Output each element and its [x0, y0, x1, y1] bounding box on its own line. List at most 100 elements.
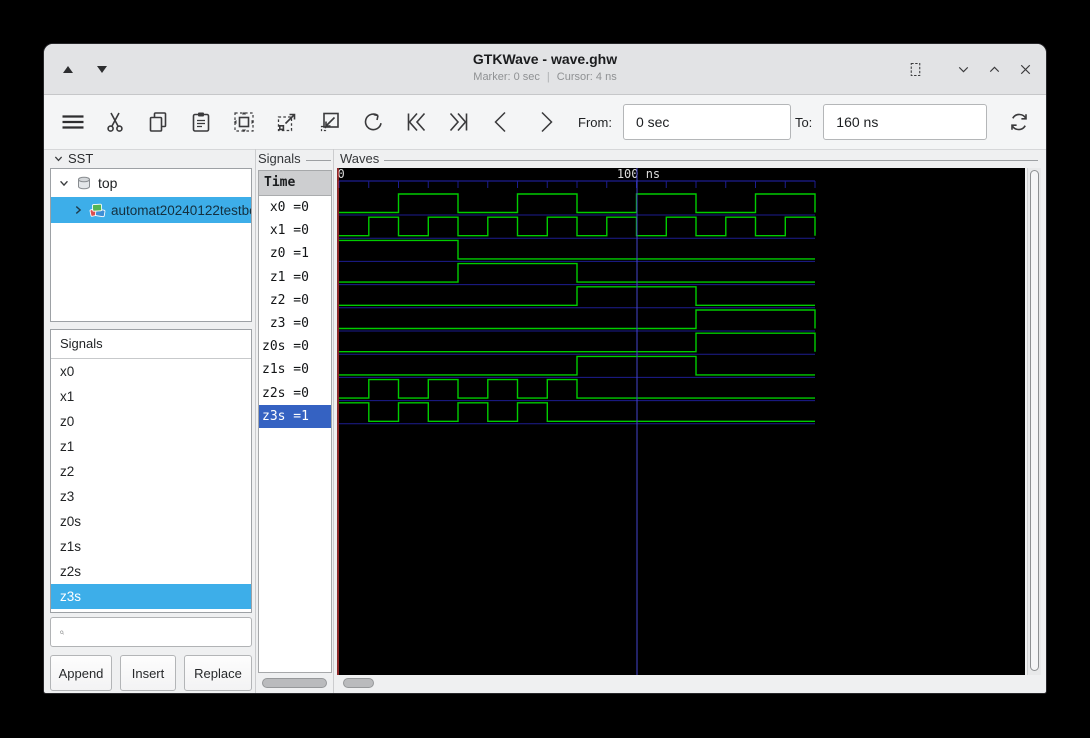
- svg-text:100 ns: 100 ns: [617, 168, 660, 181]
- names-horizontal-scrollbar[interactable]: [262, 678, 327, 688]
- fit-window-icon[interactable]: [907, 61, 924, 78]
- signal-list-item-x1[interactable]: x1: [51, 384, 251, 409]
- insert-button[interactable]: Insert: [120, 655, 176, 691]
- sst-header[interactable]: SST: [53, 151, 93, 166]
- search-input[interactable]: [71, 617, 251, 647]
- replace-button[interactable]: Replace: [184, 655, 252, 691]
- desktop-background: GTKWave - wave.ghw Marker: 0 sec | Cursor:…: [0, 0, 1090, 738]
- marker-status: Marker: 0 sec: [473, 71, 540, 83]
- wave-trace-z1s: [339, 355, 815, 376]
- pane-divider-right[interactable]: [333, 149, 334, 693]
- wave-name-panel: Time x0 =0 x1 =0 z0 =1 z1 =0 z2 =0 z3 =0…: [258, 170, 332, 673]
- signal-list-item-z3[interactable]: z3: [51, 484, 251, 509]
- sst-label: SST: [68, 151, 94, 166]
- tree-item-label: automat20240122testbe: [111, 202, 251, 218]
- skip-to-start-button[interactable]: [402, 109, 429, 136]
- zoom-out-button[interactable]: [316, 109, 343, 136]
- signal-list-item-x0[interactable]: x0: [51, 359, 251, 384]
- main-content: SST top automat20240122testbe Signals x0…: [44, 149, 1046, 693]
- signal-list-item-z0[interactable]: z0: [51, 409, 251, 434]
- expander-right-icon[interactable]: [72, 204, 84, 216]
- signal-list-item-z2[interactable]: z2: [51, 459, 251, 484]
- paste-icon: [192, 112, 209, 132]
- search-icon: [60, 630, 65, 635]
- reload-button[interactable]: [1005, 109, 1032, 136]
- time-header[interactable]: Time: [259, 171, 331, 196]
- reload-icon: [1010, 113, 1027, 131]
- signal-list-item-z0s[interactable]: z0s: [51, 509, 251, 534]
- tree-item-top[interactable]: top: [51, 169, 251, 197]
- waveform-svg: 0 100 ns: [337, 167, 816, 675]
- pane-divider-left[interactable]: [255, 149, 256, 693]
- titlebar-down-icon[interactable]: [97, 65, 107, 73]
- titlebar[interactable]: GTKWave - wave.ghw Marker: 0 sec | Cursor:…: [44, 44, 1046, 95]
- wave-value-row-z2s[interactable]: z2s =0: [259, 382, 331, 405]
- signals-frame-text: Signals: [258, 151, 301, 166]
- wave-trace-z2s: [339, 378, 815, 399]
- window-title: GTKWave - wave.ghw: [472, 51, 618, 67]
- signal-list-item-z1[interactable]: z1: [51, 434, 251, 459]
- wave-trace-z1: [339, 262, 815, 283]
- step-left-button[interactable]: [488, 109, 515, 136]
- signal-list-item-z1s[interactable]: z1s: [51, 534, 251, 559]
- wave-value-row-x1[interactable]: x1 =0: [259, 219, 331, 242]
- chevron-down-icon: [54, 156, 63, 162]
- search-box[interactable]: [50, 617, 252, 647]
- zoom-in-icon: [277, 113, 295, 132]
- expander-down-icon[interactable]: [58, 177, 70, 189]
- close-icon[interactable]: [1017, 61, 1034, 78]
- wave-trace-x0: [339, 193, 816, 214]
- wave-trace-z0s: [339, 332, 816, 353]
- cut-icon: [106, 112, 123, 132]
- wave-value-row-z0[interactable]: z0 =1: [259, 242, 331, 265]
- wave-value-row-z0s[interactable]: z0s =0: [259, 335, 331, 358]
- zoom-in-button[interactable]: [273, 109, 300, 136]
- undo-icon: [364, 113, 382, 131]
- wave-value-row-x0[interactable]: x0 =0: [259, 196, 331, 219]
- signal-list-item-z2s[interactable]: z2s: [51, 559, 251, 584]
- step-right-button[interactable]: [531, 109, 558, 136]
- toolbar: From: To:: [44, 95, 1046, 150]
- wave-vertical-scrollbar-thumb[interactable]: [1030, 170, 1039, 671]
- signal-list: x0 x1 z0 z1 z2 z3 z0s z1s z2s z3s: [51, 359, 251, 609]
- menu-icon: [62, 115, 83, 129]
- archive-icon: [78, 176, 90, 190]
- chevron-down-icon[interactable]: [955, 61, 972, 78]
- tree-item-automat20240122testbe[interactable]: automat20240122testbe: [51, 197, 251, 223]
- zoom-fit-icon: [233, 111, 254, 133]
- sst-tree[interactable]: top automat20240122testbe: [50, 168, 252, 322]
- module-icon: [89, 203, 106, 217]
- signal-list-item-z3s[interactable]: z3s: [51, 584, 251, 609]
- wave-canvas[interactable]: 0 100 ns: [337, 167, 1025, 675]
- skip-to-end-icon: [449, 112, 467, 132]
- wave-value-row-z1[interactable]: z1 =0: [259, 266, 331, 289]
- to-input[interactable]: [823, 104, 988, 140]
- wave-horizontal-scrollbar-thumb[interactable]: [343, 678, 374, 688]
- signal-finder-panel: Signals x0 x1 z0 z1 z2 z3 z0s z1s z2s z3s: [50, 329, 252, 613]
- menu-button[interactable]: [58, 109, 85, 136]
- tree-item-label: top: [98, 175, 118, 191]
- wave-value-row-z1s[interactable]: z1s =0: [259, 358, 331, 381]
- status-separator: |: [546, 71, 550, 83]
- copy-button[interactable]: [144, 109, 171, 136]
- titlebar-up-icon[interactable]: [63, 65, 73, 73]
- append-button[interactable]: Append: [50, 655, 112, 691]
- from-input[interactable]: [622, 104, 791, 140]
- zoom-out-icon: [320, 112, 339, 132]
- wave-value-row-z3s[interactable]: z3s =1: [259, 404, 331, 428]
- cut-button[interactable]: [101, 109, 128, 136]
- zoom-fit-button[interactable]: [230, 109, 257, 136]
- signal-finder-header: Signals: [51, 330, 251, 359]
- wave-value-row-z3[interactable]: z3 =0: [259, 312, 331, 335]
- skip-to-end-button[interactable]: [445, 109, 472, 136]
- wave-value-row-z2[interactable]: z2 =0: [259, 289, 331, 312]
- wave-trace-z2: [339, 286, 815, 306]
- wave-vertical-scrollbar[interactable]: [1027, 168, 1041, 675]
- paste-button[interactable]: [187, 109, 214, 136]
- gtkwave-window: GTKWave - wave.ghw Marker: 0 sec | Cursor:…: [44, 44, 1046, 693]
- finder-buttons: Append Insert Replace: [50, 655, 252, 691]
- wave-trace-z3: [339, 309, 816, 330]
- waves-frame-text: Waves: [340, 151, 380, 166]
- chevron-up-icon[interactable]: [986, 61, 1003, 78]
- undo-button[interactable]: [359, 109, 386, 136]
